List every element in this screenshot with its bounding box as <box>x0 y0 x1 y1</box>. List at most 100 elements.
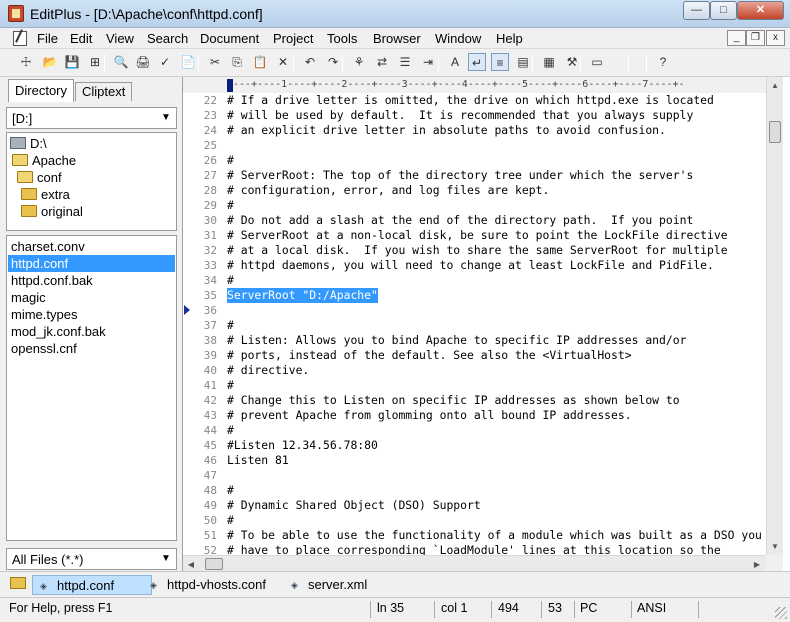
vertical-scrollbar[interactable]: ▲ ▼ <box>766 77 783 555</box>
horizontal-scrollbar[interactable]: ◀ ▶ <box>183 555 766 571</box>
code-line[interactable]: # <box>227 153 234 168</box>
tree-item-drive[interactable]: D:\ <box>10 135 47 152</box>
code-line[interactable]: #Listen 12.34.56.78:80 <box>227 438 378 453</box>
open-icon[interactable]: 📂 <box>41 53 59 71</box>
doc-tab-httpd-vhosts-conf[interactable]: ◈ httpd-vhosts.conf <box>143 575 274 595</box>
file-list-item[interactable]: mime.types <box>8 306 175 323</box>
code-line[interactable]: # Listen: Allows you to bind Apache to s… <box>227 333 686 348</box>
code-line[interactable]: # at a local disk. If you wish to share … <box>227 243 728 258</box>
column-select-icon[interactable]: ▦ <box>540 53 558 71</box>
find-in-files-icon[interactable]: ☰ <box>396 53 414 71</box>
menu-file[interactable]: File <box>37 31 58 46</box>
tree-item-original[interactable]: original <box>21 203 83 220</box>
close-button[interactable]: ✕ <box>737 1 784 20</box>
code-line[interactable]: # will be used by default. It is recomme… <box>227 108 693 123</box>
code-line[interactable]: # <box>227 513 234 528</box>
spell-check-icon[interactable]: ✓ <box>156 53 174 71</box>
resize-grip-icon[interactable] <box>775 607 787 619</box>
menu-help[interactable]: Help <box>496 31 523 46</box>
chevron-down-icon[interactable]: ▼ <box>158 551 174 567</box>
code-line[interactable]: # Do not add a slash at the end of the d… <box>227 213 693 228</box>
maximize-button[interactable]: □ <box>710 1 737 20</box>
code-line[interactable]: Listen 81 <box>227 453 289 468</box>
code-line[interactable]: # ServerRoot: The top of the directory t… <box>227 168 693 183</box>
code-line[interactable]: # <box>227 273 234 288</box>
code-line[interactable]: # <box>227 483 234 498</box>
line-number-icon[interactable]: ≡ <box>491 53 509 71</box>
code-line[interactable]: # <box>227 378 234 393</box>
delete-icon[interactable]: ✕ <box>274 53 292 71</box>
chevron-down-icon[interactable]: ▼ <box>158 110 174 126</box>
vertical-scroll-thumb[interactable] <box>769 121 781 143</box>
code-line[interactable]: # directive. <box>227 363 309 378</box>
menu-window[interactable]: Window <box>435 31 481 46</box>
menu-document[interactable]: Document <box>200 31 259 46</box>
mdi-minimize-button[interactable]: _ <box>727 30 746 46</box>
document-menu-icon[interactable] <box>13 31 27 46</box>
scroll-up-button[interactable]: ▲ <box>767 77 783 94</box>
editor-settings-icon[interactable]: ⚒ <box>563 53 581 71</box>
code-line[interactable]: # <box>227 318 234 333</box>
file-list-item[interactable]: magic <box>8 289 175 306</box>
help-icon[interactable]: ? <box>654 53 672 71</box>
folder-icon[interactable] <box>10 577 26 589</box>
code-line[interactable]: # If a drive letter is omitted, the driv… <box>227 93 714 108</box>
save-icon[interactable]: 💾 <box>63 53 81 71</box>
replace-icon[interactable]: ⇄ <box>373 53 391 71</box>
code-line[interactable]: ServerRoot "D:/Apache" <box>227 288 378 303</box>
undo-icon[interactable]: ↶ <box>301 53 319 71</box>
menu-view[interactable]: View <box>106 31 134 46</box>
code-line[interactable]: # httpd daemons, you will need to change… <box>227 258 714 273</box>
redo-icon[interactable]: ↷ <box>324 53 342 71</box>
doc-tab-server-xml[interactable]: ◈ server.xml <box>284 575 375 595</box>
code-line[interactable]: # prevent Apache from glomming onto all … <box>227 408 632 423</box>
paste-icon[interactable]: 📋 <box>251 53 269 71</box>
cut-icon[interactable]: ✂ <box>206 53 224 71</box>
code-line[interactable]: # Dynamic Shared Object (DSO) Support <box>227 498 481 513</box>
mdi-restore-button[interactable]: ❐ <box>746 30 765 46</box>
menu-search[interactable]: Search <box>147 31 188 46</box>
new-icon[interactable]: ☩ <box>17 53 35 71</box>
tree-item-apache[interactable]: Apache <box>12 152 76 169</box>
drive-select[interactable]: [D:] ▼ <box>6 107 177 129</box>
editplus-app-icon[interactable] <box>8 5 24 22</box>
print-preview-icon[interactable]: 🔍 <box>112 53 130 71</box>
menu-browser[interactable]: Browser <box>373 31 421 46</box>
menu-edit[interactable]: Edit <box>70 31 92 46</box>
file-list-item[interactable]: httpd.conf <box>8 255 175 272</box>
tree-item-extra[interactable]: extra <box>21 186 70 203</box>
tab-directory[interactable]: Directory <box>8 79 75 102</box>
minimize-button[interactable]: — <box>683 1 710 20</box>
tab-cliptext[interactable]: Cliptext <box>75 82 133 101</box>
code-line[interactable]: # <box>227 198 234 213</box>
code-line[interactable]: # an explicit drive letter in absolute p… <box>227 123 666 138</box>
file-list-item[interactable]: charset.conv <box>8 238 175 255</box>
file-list-item[interactable]: mod_jk.conf.bak <box>8 323 175 340</box>
code-line[interactable]: # have to place corresponding `LoadModul… <box>227 543 721 555</box>
font-icon[interactable]: A <box>446 53 464 71</box>
find-icon[interactable]: ⚘ <box>350 53 368 71</box>
editor-pane[interactable]: ----+----1----+----2----+----3----+----4… <box>182 77 790 571</box>
code-line[interactable]: # configuration, error, and log files ar… <box>227 183 549 198</box>
copy-icon[interactable]: ⎘ <box>228 53 246 71</box>
mdi-close-button[interactable]: x <box>766 30 785 46</box>
browser-icon[interactable]: ▭ <box>588 53 606 71</box>
file-filter-select[interactable]: All Files (*.*) ▼ <box>6 548 177 570</box>
directory-tree[interactable]: D:\ Apache conf extra original <box>6 132 177 231</box>
save-all-icon[interactable]: ⊞ <box>86 53 104 71</box>
file-list[interactable]: charset.conv httpd.conf httpd.conf.bak magi… <box>6 235 177 541</box>
code-line[interactable]: # ServerRoot at a non-local disk, be sur… <box>227 228 728 243</box>
code-line[interactable]: # Change this to Listen on specific IP a… <box>227 393 680 408</box>
code-line[interactable]: # <box>227 423 234 438</box>
print-icon[interactable]: 🖨 <box>134 53 152 71</box>
word-wrap-icon[interactable]: ↵ <box>468 53 486 71</box>
code-line[interactable]: # ports, instead of the default. See als… <box>227 348 632 363</box>
tree-item-conf[interactable]: conf <box>17 169 62 186</box>
code-area[interactable]: # If a drive letter is omitted, the driv… <box>227 93 766 555</box>
menu-tools[interactable]: Tools <box>327 31 357 46</box>
notes-icon[interactable]: 📄 <box>179 53 197 71</box>
scroll-down-button[interactable]: ▼ <box>767 538 783 555</box>
ruler-icon[interactable]: ▤ <box>514 53 532 71</box>
menu-project[interactable]: Project <box>273 31 313 46</box>
goto-icon[interactable]: ⇥ <box>419 53 437 71</box>
